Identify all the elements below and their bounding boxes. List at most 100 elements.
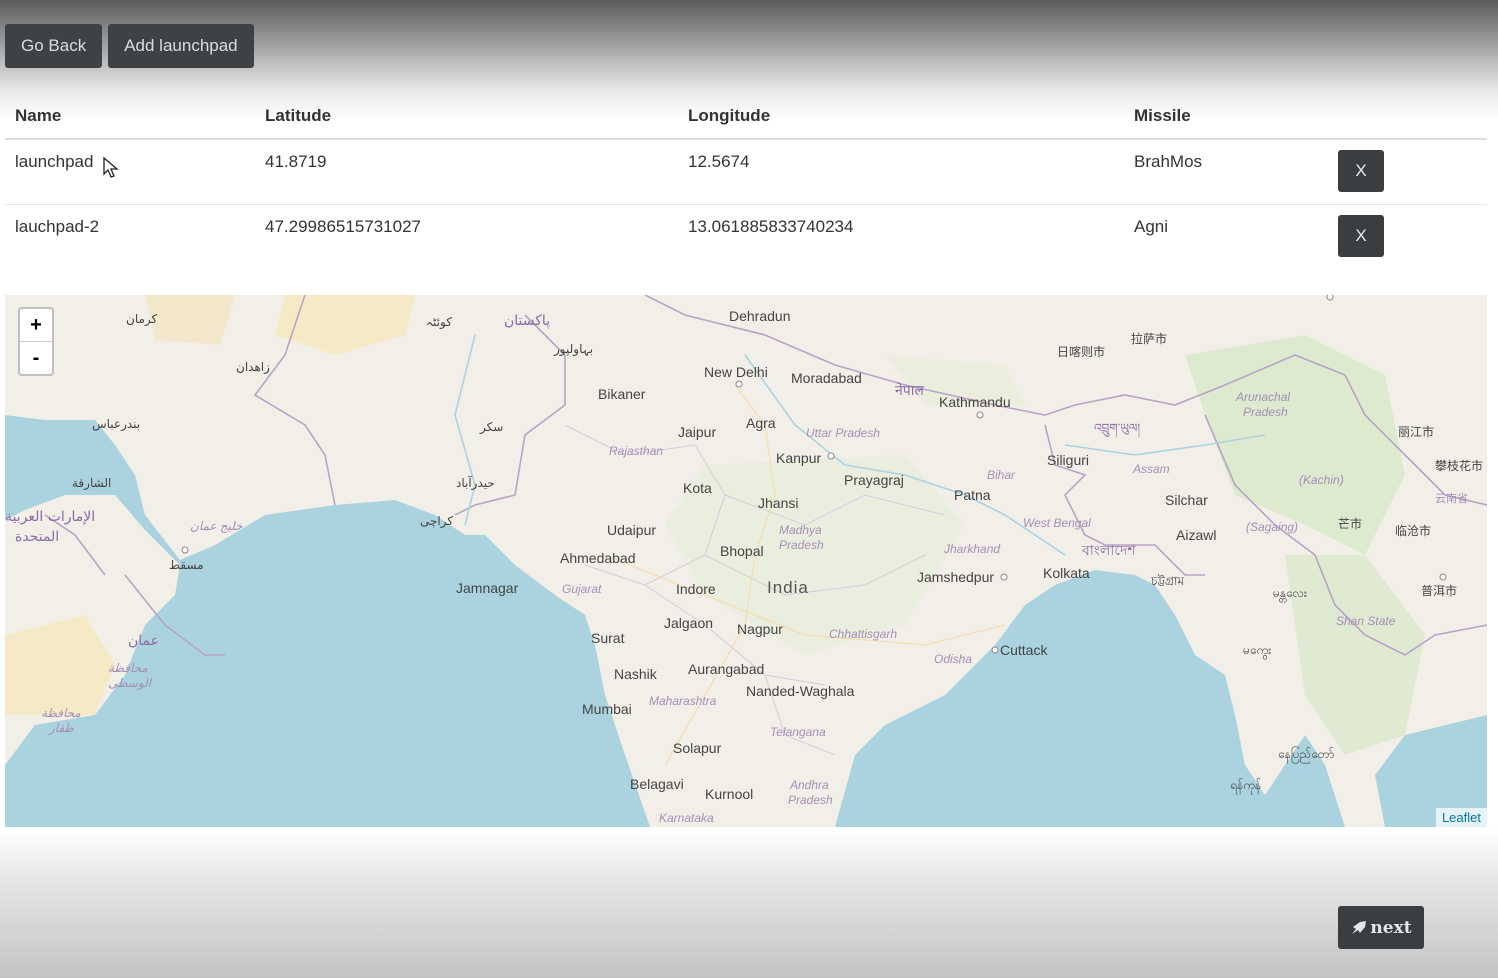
- map-label-bahawalpur: بہاولپور: [553, 342, 593, 357]
- map-label-silchar: Silchar: [1165, 492, 1208, 508]
- map-label-sagaing: (Sagaing): [1246, 520, 1298, 534]
- map-label-zahedan: زاهدان: [236, 360, 270, 375]
- table-row: launchpad 41.8719 12.5674 BrahMos X: [5, 139, 1487, 205]
- map-label-gujarat: Gujarat: [562, 582, 602, 596]
- map-label-jaipur: Jaipur: [678, 424, 716, 440]
- header-longitude: Longitude: [678, 96, 1124, 140]
- map-label-gulf-oman: خليج عمان: [190, 519, 243, 533]
- map-label-odisha: Odisha: [934, 652, 972, 666]
- map-label-uae-2: المتحدة: [15, 529, 59, 545]
- cell-latitude: 41.8719: [255, 139, 678, 205]
- cell-latitude: 47.29986515731027: [265, 217, 421, 236]
- map-label-bandar-abbas: بندرعباس: [92, 417, 140, 432]
- map-label-jamshedpur: Jamshedpur: [917, 569, 994, 585]
- map-label-telangana: Telangana: [770, 725, 826, 739]
- cell-longitude: 13.061885833740234: [688, 217, 854, 236]
- map-label-uae: الإمارات العربية: [5, 509, 95, 525]
- map-label-andhra-pradesh: Pradesh: [788, 793, 833, 807]
- map-label-udaipur: Udaipur: [607, 522, 656, 538]
- launchpad-table-container: Name Latitude Longitude Missile launchpa…: [5, 96, 1487, 269]
- map-label-solapur: Solapur: [673, 740, 722, 756]
- header-name: Name: [5, 96, 255, 140]
- map-label-aizawl: Aizawl: [1176, 527, 1216, 543]
- cell-missile: Agni: [1134, 217, 1169, 236]
- map-label-bihar: Bihar: [987, 468, 1016, 482]
- map-label-chittagong: চট্টগ্রাম: [1150, 574, 1185, 588]
- mouse-cursor-icon: [103, 157, 119, 178]
- map-label-shan-state: Shan State: [1336, 614, 1396, 628]
- map-label-jamnagar: Jamnagar: [456, 580, 519, 596]
- map-label-mumbai: Mumbai: [582, 701, 632, 717]
- map-label-karachi: کراچی: [420, 514, 453, 529]
- next-button[interactable]: next: [1338, 906, 1424, 949]
- go-back-button[interactable]: Go Back: [5, 24, 103, 68]
- header-actions: [1335, 96, 1487, 140]
- map-label-jhansi: Jhansi: [758, 495, 798, 511]
- table-row: lauchpad-2 47.29986515731027 13.06188583…: [5, 205, 1487, 270]
- cell-actions: X: [1335, 139, 1487, 205]
- map-label-rajasthan: Rajasthan: [609, 444, 663, 458]
- header-latitude: Latitude: [255, 96, 678, 140]
- cell-missile: BrahMos: [1124, 139, 1335, 205]
- map-label-jharkhand: Jharkhand: [943, 542, 1000, 556]
- delete-row-button[interactable]: X: [1338, 150, 1384, 192]
- map-label-lijiang: 丽江市: [1398, 424, 1434, 439]
- map-label-mangshi: 芒市: [1338, 516, 1362, 531]
- zoom-in-button[interactable]: +: [20, 309, 52, 341]
- rocket-icon: [1352, 920, 1367, 934]
- zoom-control: + -: [18, 307, 54, 376]
- map-label-kathmandu: Kathmandu: [939, 394, 1011, 410]
- map-label-bhopal: Bhopal: [720, 543, 764, 559]
- map-label-hyderabad: حیدرآباد: [456, 475, 495, 491]
- map-label-dhofar: محافظة: [41, 706, 81, 720]
- map-label-kachin: (Kachin): [1299, 473, 1344, 487]
- map-label-west-bengal: West Bengal: [1023, 516, 1091, 530]
- map-label-puer: 普洱市: [1421, 583, 1457, 598]
- add-launchpad-button[interactable]: Add launchpad: [108, 24, 254, 68]
- map-label-nashik: Nashik: [614, 666, 658, 682]
- map-label-karnataka: Karnataka: [659, 811, 714, 825]
- map-label-indore: Indore: [676, 581, 716, 597]
- map-label-yunnan: 云南省: [1435, 492, 1468, 505]
- map-label-arunachal: Arunachal: [1235, 390, 1290, 404]
- zoom-out-button[interactable]: -: [20, 341, 52, 374]
- map-label-kanpur: Kanpur: [776, 450, 821, 466]
- map-label-andhra: Andhra: [789, 778, 829, 792]
- map-label-patna: Patna: [954, 487, 991, 503]
- map-label-kolkata: Kolkata: [1043, 565, 1090, 581]
- map-label-surat: Surat: [591, 630, 625, 646]
- map-label-dhofar-2: ظفار: [47, 721, 75, 735]
- map-label-wusta-2: الوسطى: [108, 676, 153, 690]
- map-label-agra: Agra: [746, 415, 776, 431]
- map-label-bangladesh: বাংলাদেশ: [1081, 543, 1136, 559]
- next-button-label: next: [1370, 917, 1412, 938]
- map-label-kota: Kota: [683, 480, 712, 496]
- map-label-lhasa: 拉萨市: [1131, 331, 1167, 346]
- map-label-oman: عمان: [128, 633, 159, 649]
- map-label-madhya: Madhya: [779, 523, 822, 537]
- map-tiles[interactable]: Dehradun New Delhi Moradabad Bikaner Jai…: [5, 295, 1487, 827]
- cell-name: lauchpad-2: [15, 217, 100, 236]
- map-label-new-delhi: New Delhi: [704, 364, 768, 380]
- map-label-ahmedabad: Ahmedabad: [560, 550, 636, 566]
- map-label-kurnool: Kurnool: [705, 786, 753, 802]
- map-label-sharjah: الشارقة: [72, 476, 111, 491]
- map-label-india: India: [767, 578, 809, 597]
- map-label-prayagraj: Prayagraj: [844, 472, 904, 488]
- map-label-lincang: 临沧市: [1395, 523, 1431, 538]
- map-label-dehradun: Dehradun: [729, 308, 791, 324]
- cell-name: launchpad: [5, 139, 255, 205]
- map-label-muscat: مسقط: [169, 558, 204, 572]
- map-label-uttar-pradesh: Uttar Pradesh: [806, 426, 880, 440]
- map-label-chhattisgarh: Chhattisgarh: [829, 627, 897, 641]
- map[interactable]: Dehradun New Delhi Moradabad Bikaner Jai…: [5, 295, 1487, 827]
- map-label-cuttack: Cuttack: [1000, 642, 1048, 658]
- map-label-nagpur: Nagpur: [737, 621, 783, 637]
- map-label-dali: 攀枝花市: [1435, 458, 1483, 473]
- table-header-row: Name Latitude Longitude Missile: [5, 96, 1487, 140]
- map-label-arunachal-pradesh: Pradesh: [1243, 405, 1288, 419]
- map-label-nepal: नेपाल: [895, 382, 924, 399]
- leaflet-attribution-link[interactable]: Leaflet: [1435, 808, 1487, 827]
- delete-row-button[interactable]: X: [1338, 215, 1384, 257]
- cell-longitude: 12.5674: [678, 139, 1124, 205]
